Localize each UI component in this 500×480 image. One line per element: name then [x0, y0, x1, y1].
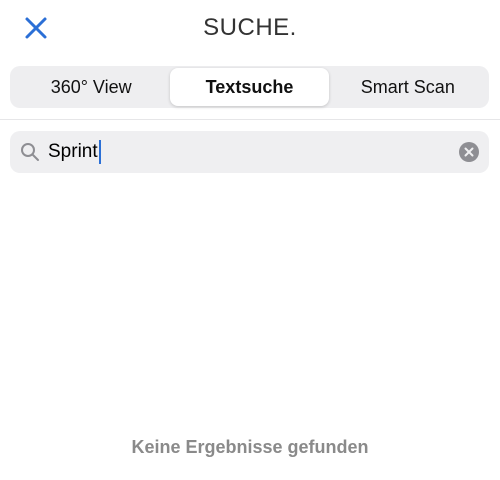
header-divider	[0, 119, 500, 120]
search-screen: SUCHE. 360° View Textsuche Smart Scan Sp…	[0, 0, 500, 480]
search-bar[interactable]: Sprint	[10, 131, 489, 173]
search-input[interactable]: Sprint	[48, 140, 459, 164]
search-input-value: Sprint	[48, 141, 98, 162]
empty-results-message: Keine Ergebnisse gefunden	[131, 437, 369, 457]
search-icon	[21, 143, 39, 161]
tab-smart-scan[interactable]: Smart Scan	[329, 68, 487, 106]
page-title: SUCHE.	[203, 14, 297, 41]
tab-textsuche[interactable]: Textsuche	[170, 68, 329, 106]
search-mode-segmented-control: 360° View Textsuche Smart Scan	[10, 66, 489, 108]
text-caret	[98, 140, 101, 164]
clear-search-button[interactable]	[459, 142, 479, 162]
clear-icon	[464, 147, 474, 157]
tab-360-view[interactable]: 360° View	[12, 68, 170, 106]
